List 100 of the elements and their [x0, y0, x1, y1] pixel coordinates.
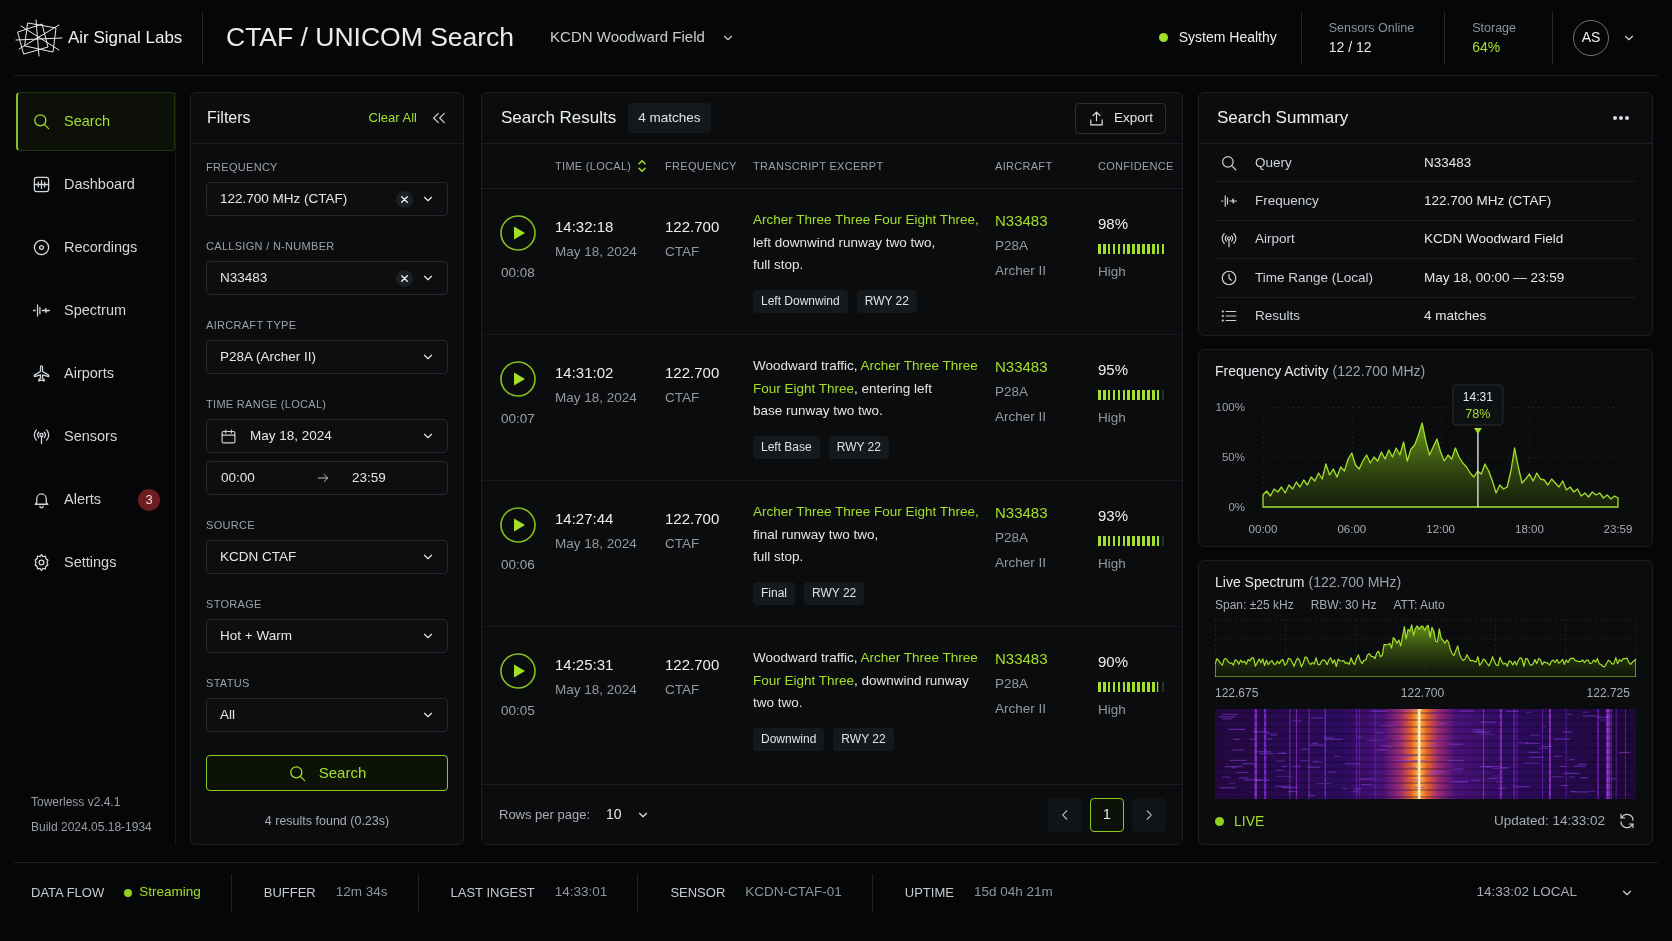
column-header[interactable]: TIME (LOCAL): [555, 157, 632, 175]
play-icon[interactable]: [500, 507, 536, 543]
panel-title: Search Summary: [1217, 107, 1349, 129]
aircraft-type-text: P28A: [995, 529, 1030, 547]
transcript-excerpt: Archer Three Three Four Eight Three, final runway two two, full stop.: [753, 503, 980, 566]
status-dot-icon: [1158, 33, 1168, 42]
tooltip-time: 14:31: [1462, 390, 1493, 404]
tag: Downwind: [753, 727, 825, 751]
chart-title: Live Spectrum: [1215, 573, 1305, 591]
sort-icon: [637, 160, 648, 172]
tag: Final: [753, 581, 795, 605]
clear-all-link[interactable]: Clear All: [368, 108, 417, 128]
axis-label: 18:00: [1515, 523, 1544, 535]
dropdown-field[interactable]: N33483: [206, 261, 448, 295]
field-label: AIRCRAFT TYPE: [206, 319, 298, 332]
dropdown-field[interactable]: KCDN CTAF: [206, 540, 448, 574]
summary-value: N33483: [1424, 153, 1472, 172]
search-icon: [287, 763, 307, 783]
dropdown-field[interactable]: 122.700 MHz (CTAF): [206, 182, 448, 216]
chart-title: Frequency Activity: [1215, 362, 1329, 380]
live-indicator: LIVE: [1234, 811, 1265, 831]
confidence-meter: [1098, 390, 1165, 400]
antenna-icon: [1220, 230, 1238, 249]
time-range-field[interactable]: 00:00 23:59: [206, 461, 448, 495]
play-icon[interactable]: [500, 653, 536, 689]
confidence-rating: High: [1098, 701, 1127, 719]
tag: RWY 22: [833, 727, 894, 751]
date-field[interactable]: May 18, 2024: [206, 419, 448, 453]
bell-icon: [32, 490, 51, 509]
confidence-text: 90%: [1098, 652, 1130, 672]
page-title: CTAF / UNICOM Search: [226, 21, 515, 54]
nav-item[interactable]: Airports: [16, 344, 175, 403]
channel-text: CTAF: [665, 681, 701, 699]
nav-item[interactable]: Alerts 3: [16, 470, 175, 529]
ellipsis-icon[interactable]: [1612, 115, 1630, 121]
refresh-icon[interactable]: [1618, 812, 1636, 830]
logo-icon: [15, 18, 63, 57]
axis-label: 23:59: [1603, 523, 1633, 535]
spectrum-parameter: RBW: 30 Hz: [1310, 597, 1377, 613]
spectrum-parameter: Span: ±25 kHz: [1215, 597, 1294, 613]
summary-label: Frequency: [1255, 192, 1320, 210]
time-text: 14:31:02: [555, 364, 615, 382]
aircraft-model-text: Archer II: [995, 700, 1047, 718]
search-button[interactable]: Search: [206, 755, 448, 791]
summary-value: 4 matches: [1424, 307, 1487, 326]
axis-label: 06:00: [1337, 523, 1367, 535]
column-header[interactable]: CONFIDENCE: [1098, 157, 1174, 175]
confidence-text: 98%: [1098, 214, 1130, 234]
confidence-rating: High: [1098, 409, 1127, 427]
aircraft-model-text: Archer II: [995, 408, 1047, 426]
airport-selector[interactable]: KCDN Woodward Field: [550, 26, 735, 49]
field-label: CALLSIGN / N-NUMBER: [206, 240, 336, 253]
column-header[interactable]: AIRCRAFT: [995, 157, 1053, 175]
status-value: 14:33:01: [554, 883, 608, 902]
double-chevron-left-icon[interactable]: [431, 110, 447, 126]
play-icon[interactable]: [500, 215, 536, 251]
result-count-text: 4 results found (0.23s): [263, 813, 391, 830]
tag: RWY 22: [804, 581, 865, 605]
summary-label: Time Range (Local): [1255, 268, 1375, 287]
duration-text: 00:05: [501, 702, 535, 720]
axis-label: 122.700: [1400, 685, 1445, 701]
date-text: May 18, 2024: [555, 535, 638, 553]
transcript-excerpt: Woodward traffic, Archer Three Three Four Eight Three, downwind runway two two.: [753, 649, 979, 712]
export-button[interactable]: Export: [1074, 102, 1166, 134]
rows-per-page-select[interactable]: 10: [606, 804, 650, 825]
tag: RWY 22: [856, 289, 917, 313]
frequency-text: 122.700: [665, 656, 721, 674]
nav-item[interactable]: Search: [16, 92, 175, 151]
status-label: DATA FLOW: [31, 883, 105, 902]
dropdown-field[interactable]: All: [206, 698, 448, 732]
summary-value: May 18, 00:00 — 23:59: [1424, 268, 1565, 287]
nav-item[interactable]: Sensors: [16, 407, 175, 466]
dropdown-field[interactable]: P28A (Archer II): [206, 340, 448, 374]
dropdown-field[interactable]: Hot + Warm: [206, 619, 448, 653]
alert-count-badge: 3: [138, 488, 161, 511]
channel-text: CTAF: [665, 535, 701, 553]
spectrum-parameter: ATT: Auto: [1393, 597, 1445, 613]
nav-item[interactable]: Settings: [16, 533, 175, 592]
confidence-rating: High: [1098, 263, 1127, 281]
column-header[interactable]: TRANSCRIPT EXCERPT: [753, 157, 884, 175]
frequency-text: 122.700: [665, 364, 721, 382]
aircraft-type-text: P28A: [995, 675, 1030, 693]
column-header[interactable]: FREQUENCY: [665, 157, 737, 175]
page-button[interactable]: 1: [1090, 797, 1124, 832]
aircraft-type-text: P28A: [995, 383, 1030, 401]
play-icon[interactable]: [500, 361, 536, 397]
nav-item[interactable]: Dashboard: [16, 155, 175, 214]
summary-value: KCDN Woodward Field: [1424, 230, 1564, 249]
tag: Left Downwind: [753, 289, 848, 313]
frequency-text: 122.700: [665, 510, 721, 528]
nav-item[interactable]: Recordings: [16, 218, 175, 277]
close-icon[interactable]: [396, 269, 413, 287]
transcript-excerpt: Woodward traffic, Archer Three Three Four Eight Three, entering left base runway two two.: [753, 357, 979, 420]
time-text: 14:32:18: [555, 218, 615, 236]
summary-value: 122.700 MHz (CTAF): [1424, 192, 1552, 210]
stat-value: 64%: [1472, 37, 1502, 56]
nav-item[interactable]: Spectrum: [16, 281, 175, 340]
rows-per-page-label: Rows per page:: [499, 805, 591, 824]
channel-text: CTAF: [665, 389, 701, 407]
close-icon[interactable]: [396, 190, 413, 208]
